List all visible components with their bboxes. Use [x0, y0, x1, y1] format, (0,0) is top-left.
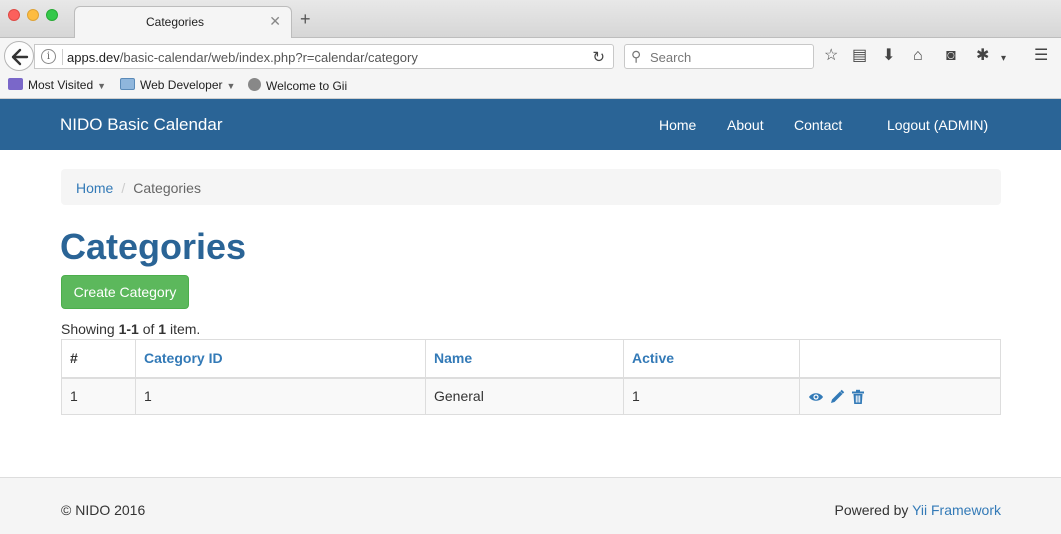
cell-category-id: 1: [135, 377, 426, 415]
nav-home[interactable]: Home: [659, 117, 696, 133]
footer-copyright: © NIDO 2016: [61, 502, 146, 518]
breadcrumb-separator: /: [121, 180, 126, 196]
search-icon: ⚲: [631, 48, 642, 64]
categories-table: # Category ID Name Active 1 1 General 1: [61, 339, 1001, 415]
col-actions: [799, 339, 1001, 379]
nav-contact[interactable]: Contact: [794, 117, 842, 133]
update-icon[interactable]: [829, 389, 845, 405]
col-category-id: Category ID: [135, 339, 426, 379]
reload-icon[interactable]: ↻: [592, 48, 605, 66]
url-bar[interactable]: i apps.dev/basic-calendar/web/index.php?…: [34, 44, 614, 69]
view-icon[interactable]: [808, 389, 824, 405]
sort-active-link[interactable]: Active: [632, 350, 674, 366]
browser-tabstrip: Categories ✕ +: [0, 0, 1061, 39]
table-row: 1 1 General 1: [61, 377, 1001, 415]
bookmark-most-visited[interactable]: Most Visited ▼: [8, 78, 106, 92]
create-category-button[interactable]: Create Category: [61, 275, 189, 309]
page-footer: © NIDO 2016 Powered by Yii Framework: [0, 477, 1061, 534]
nav-logout[interactable]: Logout (ADMIN): [887, 117, 988, 133]
summary-total: 1: [158, 321, 167, 337]
new-tab-button[interactable]: +: [300, 10, 311, 28]
bookmarks-toolbar: Most Visited ▼ Web Developer ▼ Welcome to …: [0, 74, 1061, 99]
extension-icon[interactable]: ✱: [976, 48, 989, 64]
extension-dropdown-icon[interactable]: ▾: [1001, 51, 1006, 67]
breadcrumb: Home / Categories: [61, 169, 1001, 205]
search-bar[interactable]: ⚲ Search: [624, 44, 814, 69]
breadcrumb-home[interactable]: Home: [76, 180, 113, 196]
col-serial: #: [61, 339, 136, 379]
folder-icon: [120, 78, 135, 90]
chevron-down-icon: ▼: [226, 81, 236, 91]
summary-range: 1-1: [118, 321, 139, 337]
cell-name: General: [425, 377, 624, 415]
powered-prefix: Powered by: [834, 502, 909, 518]
url-text[interactable]: apps.dev/basic-calendar/web/index.php?r=…: [67, 50, 418, 65]
zoom-window-button[interactable]: [46, 9, 58, 21]
minimize-window-button[interactable]: [27, 9, 39, 21]
url-divider: [62, 49, 63, 65]
summary-of: of: [142, 321, 155, 337]
globe-icon: [248, 78, 261, 91]
delete-icon[interactable]: [850, 389, 866, 405]
pocket-icon[interactable]: ◙: [946, 48, 956, 64]
url-host: apps.dev: [67, 50, 120, 65]
cell-actions: [799, 377, 1001, 415]
breadcrumb-current: Categories: [133, 180, 201, 196]
back-arrow-icon: [11, 48, 29, 66]
close-window-button[interactable]: [8, 9, 20, 21]
grid-summary: Showing 1-1 of 1 item.: [61, 321, 200, 337]
footer-powered-by: Powered by Yii Framework: [834, 502, 1001, 518]
app-navbar: NIDO Basic Calendar Home About Contact L…: [0, 99, 1061, 150]
home-icon[interactable]: ⌂: [913, 48, 923, 64]
sort-category-id-link[interactable]: Category ID: [144, 350, 223, 366]
summary-suffix: item.: [169, 321, 201, 337]
chevron-down-icon: ▼: [97, 81, 107, 91]
bookmark-welcome-gii[interactable]: Welcome to Gii: [248, 78, 347, 93]
reading-list-icon[interactable]: ▤: [852, 48, 867, 64]
back-button[interactable]: [4, 41, 34, 71]
browser-tab[interactable]: Categories ✕: [74, 6, 292, 39]
nav-about[interactable]: About: [727, 117, 764, 133]
tab-close-icon[interactable]: ✕: [269, 13, 281, 30]
url-path: /basic-calendar/web/index.php?r=calendar…: [119, 50, 418, 65]
bookmark-web-developer[interactable]: Web Developer ▼: [120, 78, 235, 92]
col-active: Active: [623, 339, 800, 379]
download-icon[interactable]: ⬇: [882, 48, 895, 64]
bookmark-star-icon[interactable]: ☆: [824, 48, 838, 64]
search-placeholder: Search: [650, 50, 692, 65]
col-name: Name: [425, 339, 624, 379]
bookmark-label: Most Visited: [28, 78, 94, 92]
brand-link[interactable]: NIDO Basic Calendar: [60, 115, 223, 135]
menu-icon[interactable]: ☰: [1034, 48, 1048, 64]
bookmark-label: Web Developer: [140, 78, 223, 92]
summary-prefix: Showing: [61, 321, 115, 337]
table-header-row: # Category ID Name Active: [61, 339, 1001, 379]
bookmark-label: Welcome to Gii: [266, 79, 348, 93]
browser-toolbar: i apps.dev/basic-calendar/web/index.php?…: [0, 38, 1061, 74]
sort-name-link[interactable]: Name: [434, 350, 472, 366]
page-title: Categories: [60, 226, 247, 267]
most-visited-icon: [8, 78, 23, 90]
cell-active: 1: [623, 377, 800, 415]
yii-framework-link[interactable]: Yii Framework: [912, 502, 1001, 518]
tab-title: Categories: [145, 15, 205, 29]
cell-serial: 1: [61, 377, 136, 415]
site-info-icon[interactable]: i: [41, 49, 56, 64]
